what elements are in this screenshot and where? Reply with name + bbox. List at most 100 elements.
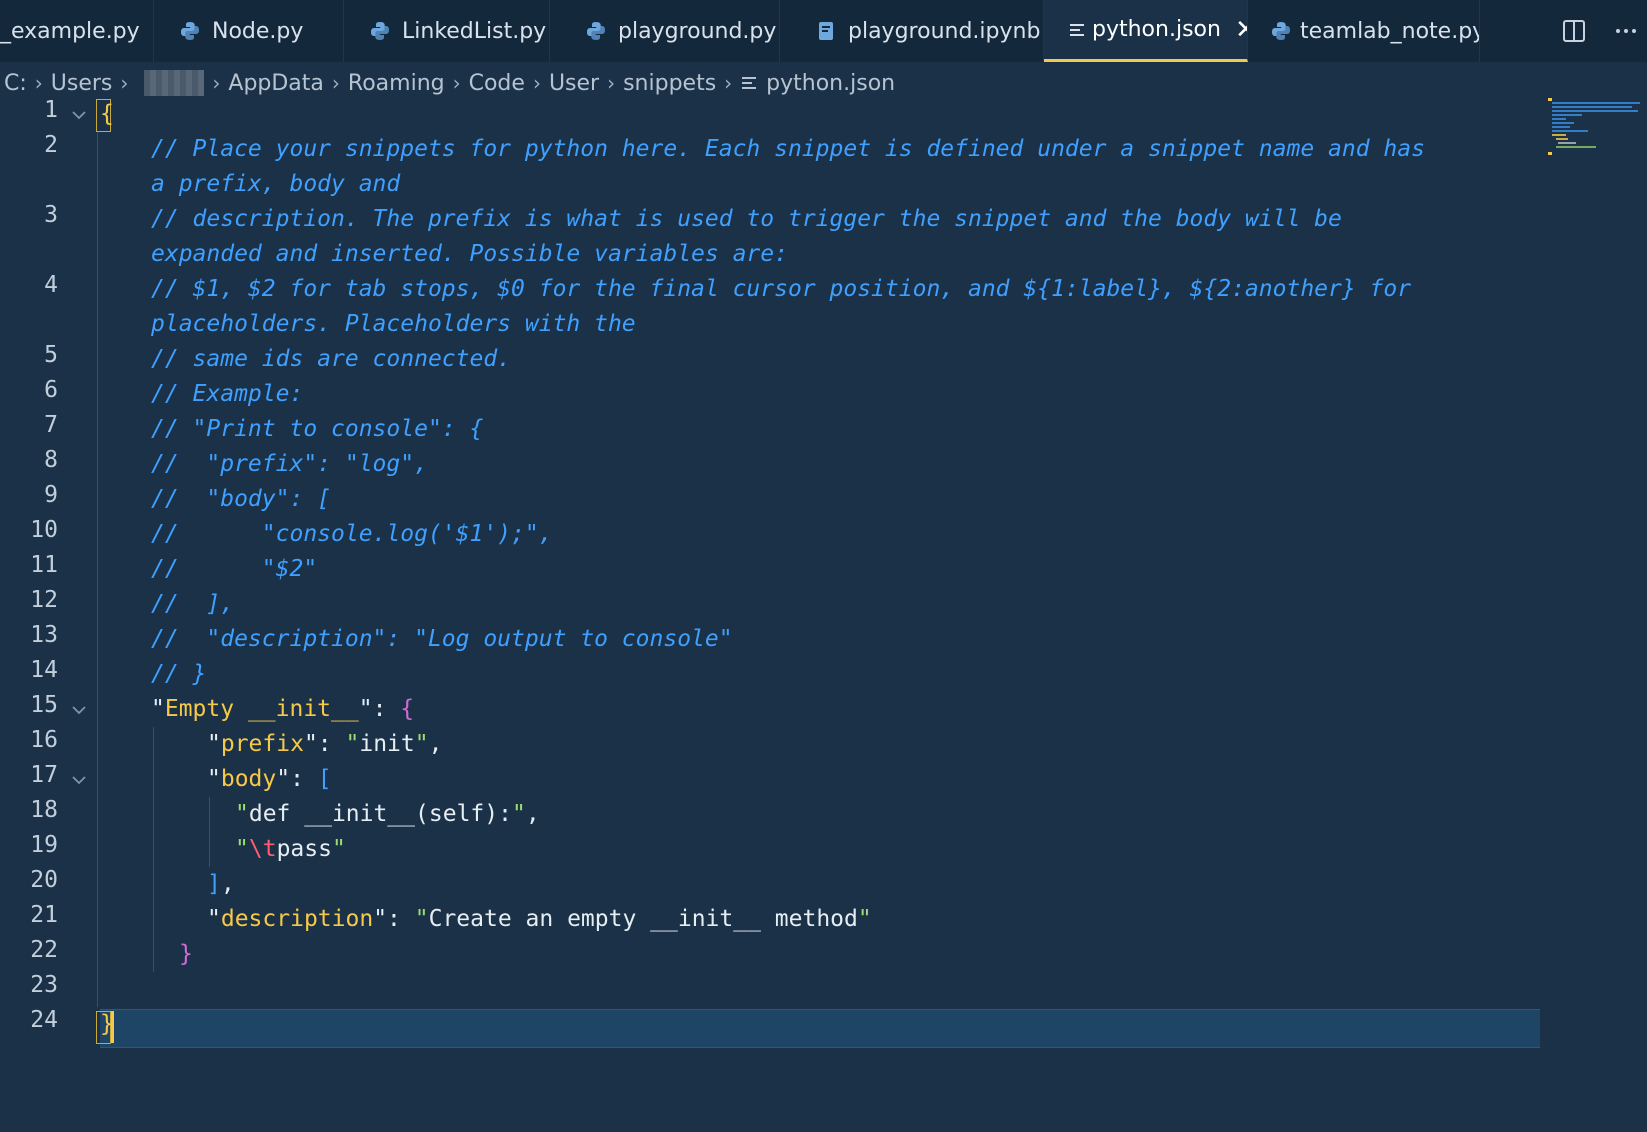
line-number: 24 [30,1007,58,1033]
comment-line: // "console.log('$1');", [151,521,553,547]
code-editor[interactable]: 1 2 3 4 5 6 7 8 9 10 11 12 13 14 15 16 1… [0,97,1647,1132]
line-number: 16 [30,727,58,753]
line-number: 17 [30,762,58,788]
tab-playground-py[interactable]: playground.py [550,0,780,62]
quote-mark: " [511,801,526,827]
tab-python-json[interactable]: python.json ✕ [1044,0,1248,62]
tab-label: teamlab_note.py [1300,18,1480,44]
breadcrumb-item-python-json[interactable]: python.json [740,71,895,96]
python-icon [176,17,204,45]
fold-chevron-icon[interactable] [70,699,90,719]
snippet-close-brace: } [179,941,193,967]
tab-node-py[interactable]: Node.py [154,0,344,62]
body-open-bracket: [ [317,766,332,792]
comment-line: placeholders. Placeholders with the [151,311,636,337]
line-number: 5 [44,342,58,368]
code-line-21: "description": "Create an empty __init__… [207,902,1647,937]
fold-chevron-icon[interactable] [70,769,90,789]
chevron-right-icon: › [331,71,340,95]
quote-mark: " [207,731,221,757]
comment-line: // ], [151,591,235,617]
body-line-2: pass [276,836,332,862]
key-suffix: ": [303,731,346,757]
tab-label: playground.ipynb [848,18,1041,44]
chevron-right-icon: › [532,71,541,95]
chevron-right-icon: › [212,71,221,95]
comment-line: a prefix, body and [151,171,401,197]
line-number: 20 [30,867,58,893]
code-line-18: "def __init__(self):", [235,797,1647,832]
quote-mark: " [414,906,429,932]
line-number: 21 [30,902,58,928]
breadcrumb-item-code[interactable]: Code [469,71,525,96]
breadcrumb-item-appdata[interactable]: AppData [228,71,324,96]
quote-mark: " [331,836,346,862]
breadcrumb-item-user[interactable]: User [549,71,599,96]
line-number: 15 [30,692,58,718]
line-number: 22 [30,937,58,963]
key-suffix: ": [373,906,415,932]
line-number: 10 [30,517,58,543]
body-line-1: def __init__(self): [248,801,512,827]
quote-mark: " [414,731,429,757]
json-file-icon [1068,16,1086,44]
breadcrumb-item-username-redacted[interactable] [136,70,205,96]
text-cursor [111,1011,114,1043]
tab-label: playground.py [618,18,777,44]
snippet-name: Empty __init__ [164,696,359,722]
indent-guide [97,132,98,1007]
line-number: 7 [44,412,58,438]
editor-tab-bar: _example.py Node.py LinkedList.py playgr… [0,0,1647,62]
description-value: Create an empty __init__ method [428,906,858,932]
comment-line: // "$2" [151,556,318,582]
close-icon[interactable]: ✕ [1235,17,1247,43]
chevron-right-icon: › [724,71,733,95]
tab-teamlab-note-py[interactable]: teamlab_note.py [1248,0,1480,62]
comment-line: // "prefix": "log", [151,451,428,477]
code-line-20: ], [207,867,1647,902]
comment-line: // "body": [ [151,486,332,512]
code-content: { // Place your snippets for python here… [100,97,1540,1132]
comma: , [525,801,540,827]
editor-actions [1559,0,1647,62]
line-number: 6 [44,377,58,403]
line-number: 2 [44,132,58,158]
comment-line: // $1, $2 for tab stops, $0 for the fina… [151,276,1412,302]
quote-mark: " [207,906,221,932]
tab-playground-ipynb[interactable]: playground.ipynb [780,0,1044,62]
tab-label: _example.py [0,18,140,44]
redacted-username [144,70,205,96]
more-actions-icon[interactable] [1611,16,1641,46]
description-key: description [220,906,374,932]
breadcrumb-item-roaming[interactable]: Roaming [348,71,445,96]
comment-line: // "Print to console": { [151,416,484,442]
fold-chevron-icon[interactable] [70,104,90,124]
code-line-19: "\tpass" [235,832,1647,867]
split-editor-icon[interactable] [1559,16,1589,46]
quote-mark: " [345,731,360,757]
quote-mark: " [857,906,872,932]
line-number: 8 [44,447,58,473]
chevron-right-icon: › [607,71,616,95]
json-file-icon [740,74,758,92]
comment-line: // description. The prefix is what is us… [151,206,1342,232]
python-icon [582,17,610,45]
breadcrumb-item-snippets[interactable]: snippets [623,71,716,96]
code-line-22: } [179,937,1619,972]
tab-label: Node.py [212,18,304,44]
breadcrumb-item-users[interactable]: Users [51,71,113,96]
line-number-gutter: 1 2 3 4 5 6 7 8 9 10 11 12 13 14 15 16 1… [0,97,100,1132]
code-line-15: "Empty __init__": { [151,692,1591,727]
code-line-24: } [100,1007,1540,1042]
line-number: 3 [44,202,58,228]
code-line-16: "prefix": "init", [207,727,1647,762]
tab-linkedlist-py[interactable]: LinkedList.py [344,0,550,62]
minimap[interactable] [1546,97,1646,157]
python-icon [1270,17,1292,45]
line-number: 18 [30,797,58,823]
comment-line: // same ids are connected. [151,346,512,372]
tab-example-py[interactable]: _example.py [0,0,154,62]
line-number: 4 [44,272,58,298]
breadcrumb-item-drive[interactable]: C: [4,71,27,96]
chevron-right-icon: › [452,71,461,95]
